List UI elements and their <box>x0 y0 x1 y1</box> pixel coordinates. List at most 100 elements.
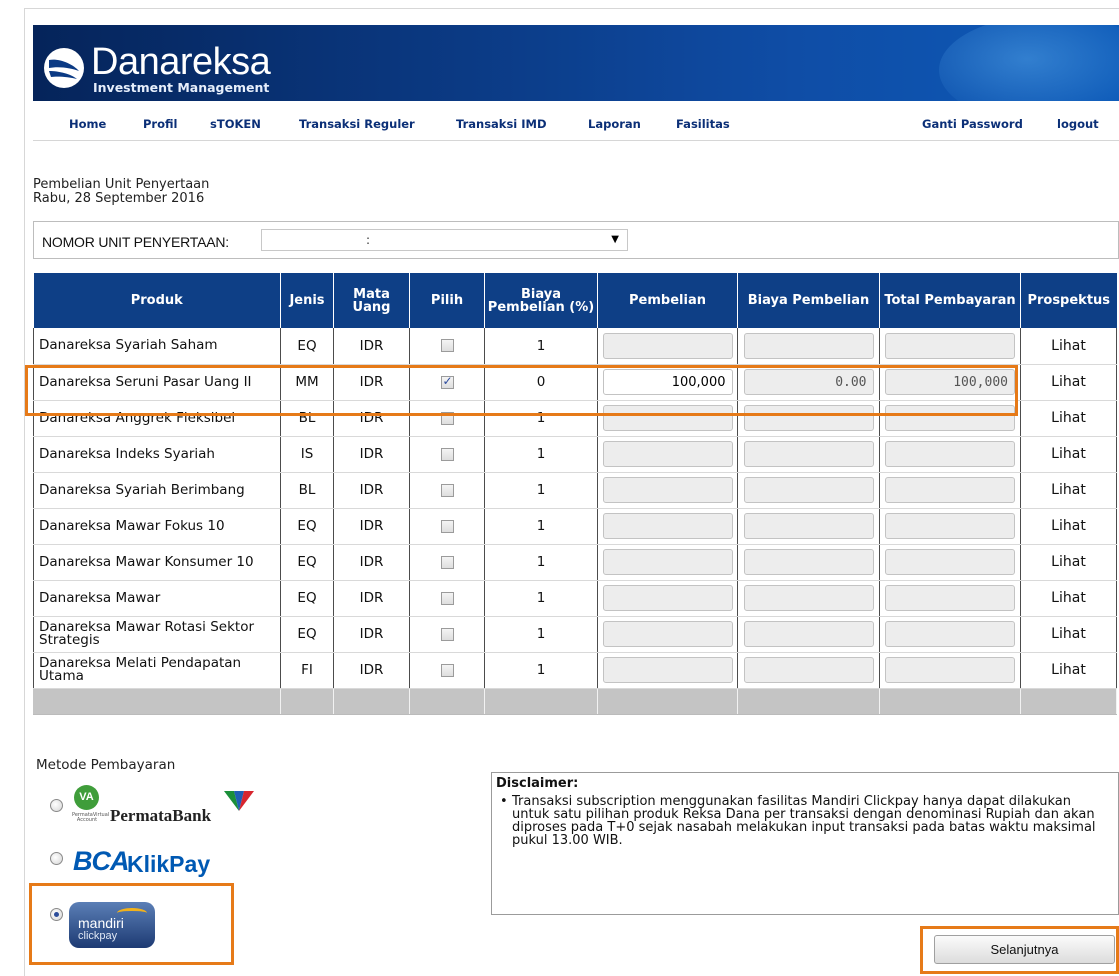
cell-mata-uang: IDR <box>333 544 410 581</box>
total-field <box>885 441 1015 467</box>
radio-permata[interactable] <box>50 799 63 812</box>
radio-bca[interactable] <box>50 852 63 865</box>
cell-pembelian <box>597 544 738 581</box>
pembelian-input[interactable]: 100,000 <box>602 369 733 395</box>
cell-jenis: EQ <box>280 544 334 581</box>
nav-stoken[interactable]: sTOKEN <box>210 117 261 131</box>
col-pembelian: Pembelian <box>597 273 738 328</box>
nomor-unit-value: : <box>366 233 371 247</box>
pembelian-input[interactable] <box>602 585 733 611</box>
cell-pilih <box>409 400 485 437</box>
table-row: Danareksa Mawar Konsumer 10 EQ IDR 1 Lihat <box>33 544 1117 581</box>
pembelian-input[interactable] <box>602 513 733 539</box>
cell-biaya-pembelian <box>737 544 880 581</box>
cell-total <box>879 472 1021 509</box>
select-checkbox[interactable] <box>440 447 454 461</box>
payment-method-title: Metode Pembayaran <box>36 757 176 773</box>
select-checkbox[interactable] <box>440 411 454 425</box>
pembelian-input[interactable] <box>602 477 733 503</box>
cell-prospektus: Lihat <box>1020 364 1117 401</box>
cell-produk: Danareksa Anggrek Fleksibel <box>33 400 281 437</box>
cell-mata-uang: IDR <box>333 328 410 365</box>
filler-cell <box>409 688 485 715</box>
filler-cell <box>484 688 598 715</box>
cell-pembelian <box>597 472 738 509</box>
page-heading: Pembelian Unit Penyertaan Rabu, 28 Septe… <box>33 178 209 206</box>
cell-produk: Danareksa Melati Pendapatan Utama <box>33 652 281 689</box>
cell-biaya-persen: 1 <box>484 472 598 509</box>
select-checkbox[interactable] <box>440 591 454 605</box>
cell-produk: Danareksa Syariah Saham <box>33 328 281 365</box>
col-prospektus: Prospektus <box>1020 273 1117 328</box>
cell-jenis: EQ <box>280 616 334 653</box>
cell-mata-uang: IDR <box>333 580 410 617</box>
product-table: Produk Jenis Mata Uang Pilih Biaya Pembe… <box>33 273 1117 715</box>
nav-home[interactable]: Home <box>69 117 106 131</box>
cell-biaya-pembelian <box>737 400 880 437</box>
cell-biaya-pembelian <box>737 580 880 617</box>
mandiri-sub-label: clickpay <box>78 930 118 942</box>
prospektus-link[interactable]: Lihat <box>1051 518 1086 534</box>
total-field <box>885 549 1015 575</box>
cell-biaya-persen: 1 <box>484 616 598 653</box>
pembelian-input[interactable] <box>602 657 733 683</box>
mandiri-label: mandiri <box>78 915 124 931</box>
total-field <box>885 657 1015 683</box>
pembelian-input[interactable] <box>602 621 733 647</box>
cell-produk: Danareksa Mawar Rotasi Sektor Strategis <box>33 616 281 653</box>
prospektus-link[interactable]: Lihat <box>1051 626 1086 642</box>
cell-biaya-persen: 1 <box>484 400 598 437</box>
cell-biaya-pembelian <box>737 652 880 689</box>
prospektus-link[interactable]: Lihat <box>1051 554 1086 570</box>
table-row: Danareksa Mawar Fokus 10 EQ IDR 1 Lihat <box>33 508 1117 545</box>
biaya-field <box>743 513 874 539</box>
nav-ganti-password[interactable]: Ganti Password <box>922 117 1023 131</box>
permata-label: PermataBank <box>110 806 212 825</box>
nav-logout[interactable]: logout <box>1057 117 1099 131</box>
pembelian-input[interactable] <box>602 405 733 431</box>
table-filler-row <box>33 688 1117 715</box>
pembelian-input[interactable] <box>602 332 733 359</box>
biaya-field: 0.00 <box>743 369 874 395</box>
cell-prospektus: Lihat <box>1020 508 1117 545</box>
pembelian-input[interactable] <box>602 549 733 575</box>
cell-pembelian <box>597 652 738 689</box>
nav-fasilitas[interactable]: Fasilitas <box>676 117 730 131</box>
nav-transaksi-reguler[interactable]: Transaksi Reguler <box>299 117 415 131</box>
total-field <box>885 405 1015 431</box>
mandiri-clickpay-logo: mandiri clickpay <box>69 902 155 948</box>
next-button[interactable]: Selanjutnya <box>934 935 1115 964</box>
select-checkbox[interactable] <box>440 663 454 677</box>
cell-pilih <box>409 328 485 365</box>
select-checkbox[interactable] <box>440 519 454 533</box>
pembelian-input[interactable] <box>602 441 733 467</box>
nomor-unit-select[interactable]: : ▼ <box>261 229 628 251</box>
cell-biaya-persen: 1 <box>484 544 598 581</box>
select-checkbox[interactable] <box>440 339 454 353</box>
nav-laporan[interactable]: Laporan <box>588 117 641 131</box>
cell-pilih <box>409 652 485 689</box>
select-checkbox[interactable] <box>440 627 454 641</box>
prospektus-link[interactable]: Lihat <box>1051 482 1086 498</box>
prospektus-link[interactable]: Lihat <box>1051 590 1086 606</box>
cell-pembelian <box>597 400 738 437</box>
cell-prospektus: Lihat <box>1020 616 1117 653</box>
select-checkbox[interactable] <box>440 374 454 389</box>
select-checkbox[interactable] <box>440 483 454 497</box>
prospektus-link[interactable]: Lihat <box>1051 338 1086 354</box>
prospektus-link[interactable]: Lihat <box>1051 374 1086 390</box>
dropdown-arrow-icon: ▼ <box>611 234 619 245</box>
prospektus-link[interactable]: Lihat <box>1051 662 1086 678</box>
select-checkbox[interactable] <box>440 555 454 569</box>
biaya-field <box>743 405 874 431</box>
page-date: Rabu, 28 September 2016 <box>33 191 205 206</box>
total-field <box>885 585 1015 611</box>
cell-pilih <box>409 472 485 509</box>
cell-jenis: IS <box>280 436 334 473</box>
cell-pembelian <box>597 436 738 473</box>
prospektus-link[interactable]: Lihat <box>1051 446 1086 462</box>
prospektus-link[interactable]: Lihat <box>1051 410 1086 426</box>
nav-profil[interactable]: Profil <box>143 117 177 131</box>
nav-transaksi-imd[interactable]: Transaksi IMD <box>456 117 547 131</box>
radio-mandiri[interactable] <box>50 908 63 921</box>
